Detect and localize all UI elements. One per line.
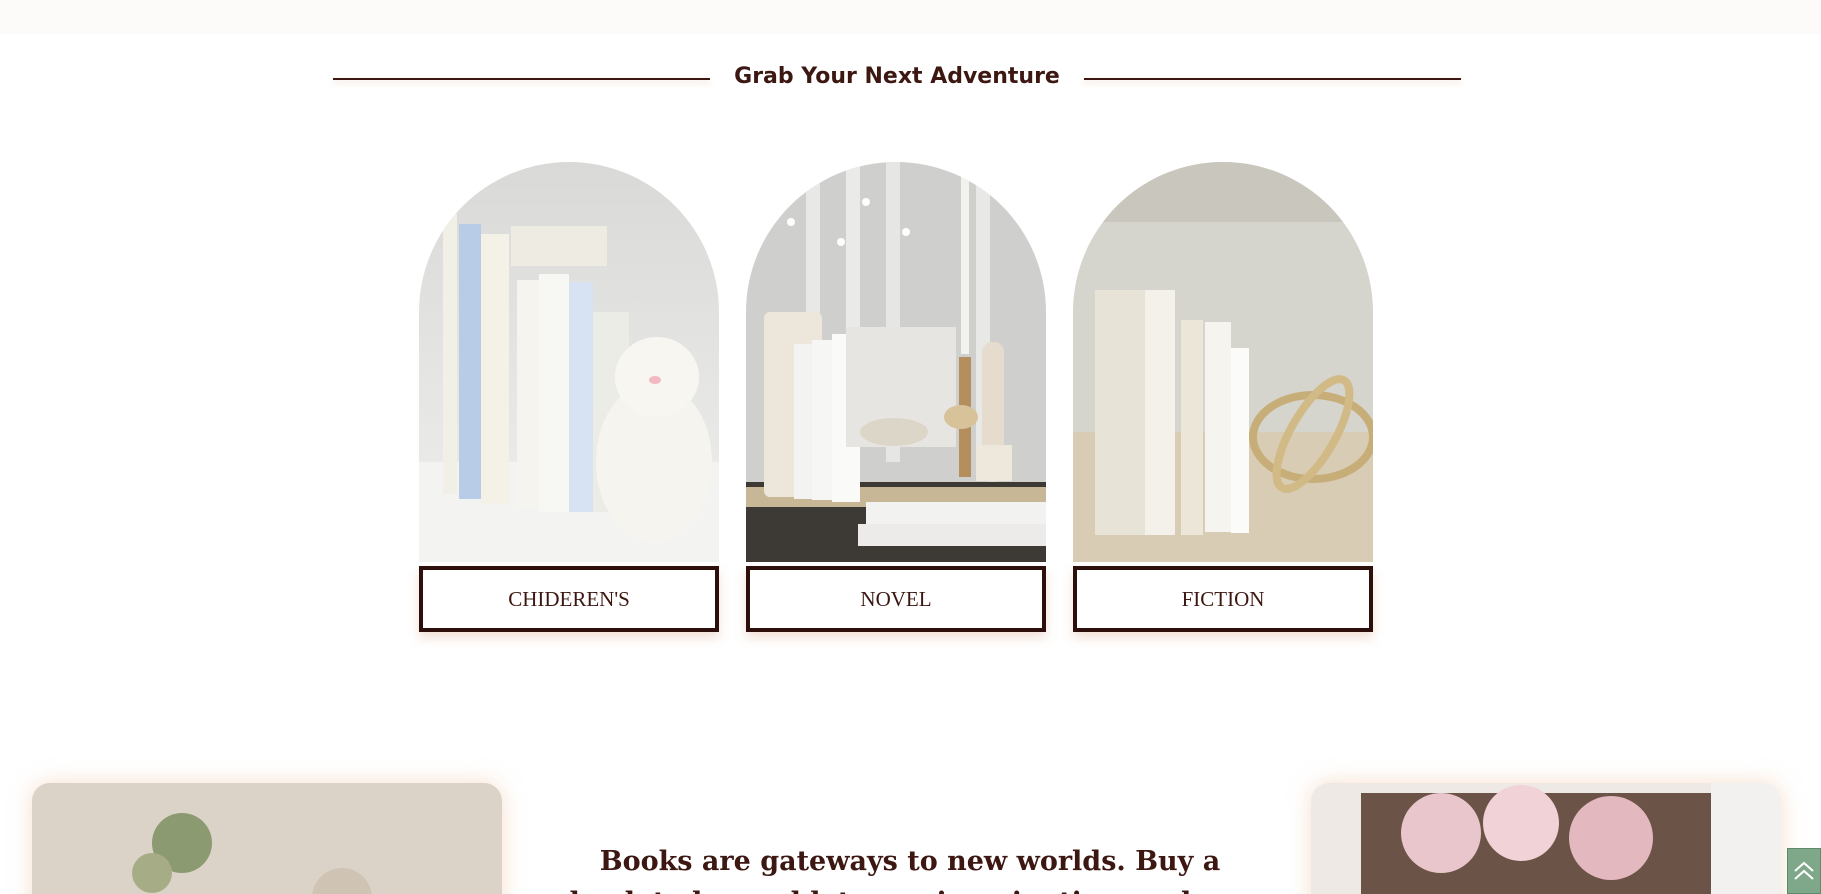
category-card-novel[interactable]: NOVEL: [746, 162, 1046, 632]
category-button-fiction[interactable]: FICTION: [1073, 566, 1373, 632]
feature-image-right: [1311, 783, 1781, 894]
fiction-category-image[interactable]: [1073, 162, 1373, 562]
title-divider-right: [1084, 78, 1461, 80]
top-band: [0, 0, 1821, 34]
category-card-childrens[interactable]: CHIDEREN'S: [419, 162, 719, 632]
section-title: Grab Your Next Adventure: [734, 64, 1060, 89]
section-header: Grab Your Next Adventure: [333, 60, 1461, 100]
title-divider-left: [333, 78, 710, 80]
scroll-to-top-button[interactable]: [1787, 848, 1821, 894]
childrens-category-image[interactable]: [419, 162, 719, 562]
category-button-novel[interactable]: NOVEL: [746, 566, 1046, 632]
double-chevron-up-icon: [1794, 861, 1814, 880]
category-button-childrens[interactable]: CHIDEREN'S: [419, 566, 719, 632]
category-card-fiction[interactable]: FICTION: [1073, 162, 1373, 632]
novel-category-image[interactable]: [746, 162, 1046, 562]
feature-image-left: [32, 783, 502, 894]
feature-quote: Books are gateways to new worlds. Buy a …: [570, 846, 1250, 894]
